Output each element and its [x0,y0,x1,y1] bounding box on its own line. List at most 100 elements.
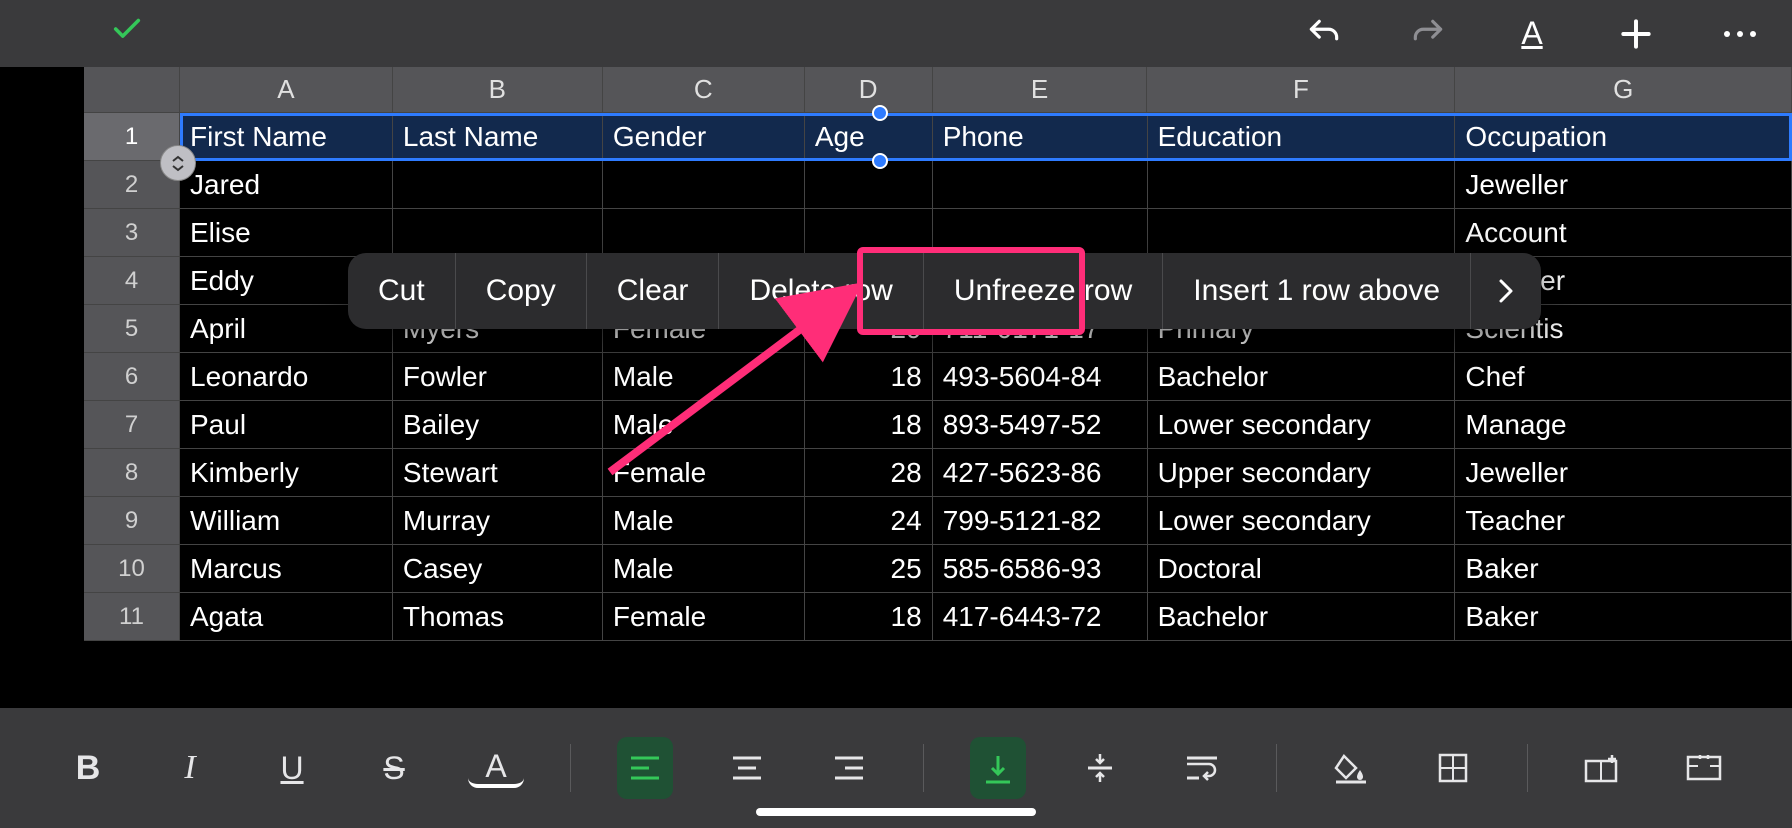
grid[interactable]: First NameLast NameGenderAgePhoneEducati… [180,113,1792,708]
cell[interactable]: Bachelor [1148,353,1456,401]
cell[interactable] [1148,161,1456,209]
cell[interactable]: Bailey [393,401,603,449]
selection-handle-bottom[interactable] [872,153,888,169]
confirm-button[interactable] [110,12,144,55]
column-header-A[interactable]: A [180,67,393,113]
merge-cells-button[interactable] [1676,737,1732,799]
valign-middle-button[interactable] [1072,737,1128,799]
underline-button[interactable]: U [264,737,320,799]
row-header-11[interactable]: 11 [84,593,180,641]
cell[interactable] [933,161,1148,209]
more-button[interactable] [1718,12,1762,56]
cell[interactable]: Thomas [393,593,603,641]
context-menu-item-unfreeze-row[interactable]: Unfreeze row [924,253,1163,329]
cell[interactable]: Lower secondary [1148,497,1456,545]
cell[interactable]: 799-5121-82 [933,497,1148,545]
cell[interactable]: 24 [805,497,933,545]
cell[interactable]: 585-6586-93 [933,545,1148,593]
cell[interactable] [603,161,805,209]
align-left-button[interactable] [617,737,673,799]
cell[interactable]: 893-5497-52 [933,401,1148,449]
cell[interactable]: Jeweller [1455,161,1792,209]
insert-cells-button[interactable] [1574,737,1630,799]
row-header-9[interactable]: 9 [84,497,180,545]
row-header-10[interactable]: 10 [84,545,180,593]
context-menu-item-insert-1-row-above[interactable]: Insert 1 row above [1163,253,1471,329]
context-menu-item-delete-row[interactable]: Delete row [719,253,923,329]
italic-button[interactable]: I [162,737,218,799]
cell[interactable] [393,161,603,209]
cell[interactable]: Marcus [180,545,393,593]
cell[interactable]: Account [1455,209,1792,257]
borders-button[interactable] [1425,737,1481,799]
cell[interactable]: Baker [1455,545,1792,593]
cell[interactable]: Elise [180,209,393,257]
row-header-6[interactable]: 6 [84,353,180,401]
strikethrough-button[interactable]: S [366,737,422,799]
redo-button[interactable] [1406,12,1450,56]
cell[interactable]: Male [603,497,805,545]
cell[interactable]: Lower secondary [1148,401,1456,449]
wrap-text-button[interactable] [1174,737,1230,799]
cell[interactable]: Fowler [393,353,603,401]
row-header-4[interactable]: 4 [84,257,180,305]
cell[interactable]: Male [603,401,805,449]
cell[interactable]: Gender [603,113,805,161]
cell[interactable]: Last Name [393,113,603,161]
column-header-B[interactable]: B [393,67,603,113]
cell[interactable]: First Name [180,113,393,161]
cell[interactable] [393,209,603,257]
cell[interactable]: Casey [393,545,603,593]
cell[interactable]: Male [603,545,805,593]
cell[interactable]: Teacher [1455,497,1792,545]
row-header-5[interactable]: 5 [84,305,180,353]
cell[interactable]: William [180,497,393,545]
cell[interactable] [805,161,933,209]
cell[interactable]: Education [1148,113,1456,161]
cell[interactable]: Occupation [1455,113,1792,161]
cell[interactable] [805,209,933,257]
cell[interactable] [603,209,805,257]
cell[interactable]: 427-5623-86 [933,449,1148,497]
text-color-button[interactable]: A [468,748,524,788]
cell[interactable]: Doctoral [1148,545,1456,593]
cell[interactable]: Upper secondary [1148,449,1456,497]
cell[interactable]: 18 [805,353,933,401]
column-header-E[interactable]: E [933,67,1148,113]
add-button[interactable] [1614,12,1658,56]
column-header-F[interactable]: F [1147,67,1455,113]
column-header-D[interactable]: D [805,67,933,113]
align-center-button[interactable] [719,737,775,799]
context-menu-item-clear[interactable]: Clear [587,253,720,329]
cell[interactable]: Paul [180,401,393,449]
cell[interactable] [933,209,1148,257]
cell[interactable]: 18 [805,401,933,449]
row-header-7[interactable]: 7 [84,401,180,449]
spreadsheet[interactable]: ABCDEFG 1234567891011 First NameLast Nam… [0,67,1792,708]
context-menu-more[interactable] [1471,277,1541,305]
cell[interactable]: Chef [1455,353,1792,401]
cell[interactable]: Stewart [393,449,603,497]
cell[interactable]: Kimberly [180,449,393,497]
undo-button[interactable] [1302,12,1346,56]
cell[interactable]: 18 [805,593,933,641]
cell[interactable]: 28 [805,449,933,497]
align-right-button[interactable] [821,737,877,799]
cell[interactable]: Jeweller [1455,449,1792,497]
cell[interactable]: Agata [180,593,393,641]
text-format-button[interactable]: A [1510,12,1554,56]
cell[interactable]: Phone [933,113,1148,161]
cell[interactable] [1148,209,1456,257]
cell[interactable]: 417-6443-72 [933,593,1148,641]
row-header-8[interactable]: 8 [84,449,180,497]
row-header-3[interactable]: 3 [84,209,180,257]
context-menu-item-cut[interactable]: Cut [348,253,456,329]
cell[interactable]: Murray [393,497,603,545]
cell[interactable]: Bachelor [1148,593,1456,641]
valign-bottom-button[interactable] [970,737,1026,799]
column-header-C[interactable]: C [603,67,805,113]
selection-handle-top[interactable] [872,105,888,121]
cell[interactable]: Manage [1455,401,1792,449]
cell[interactable]: Female [603,449,805,497]
cell[interactable]: Jared [180,161,393,209]
